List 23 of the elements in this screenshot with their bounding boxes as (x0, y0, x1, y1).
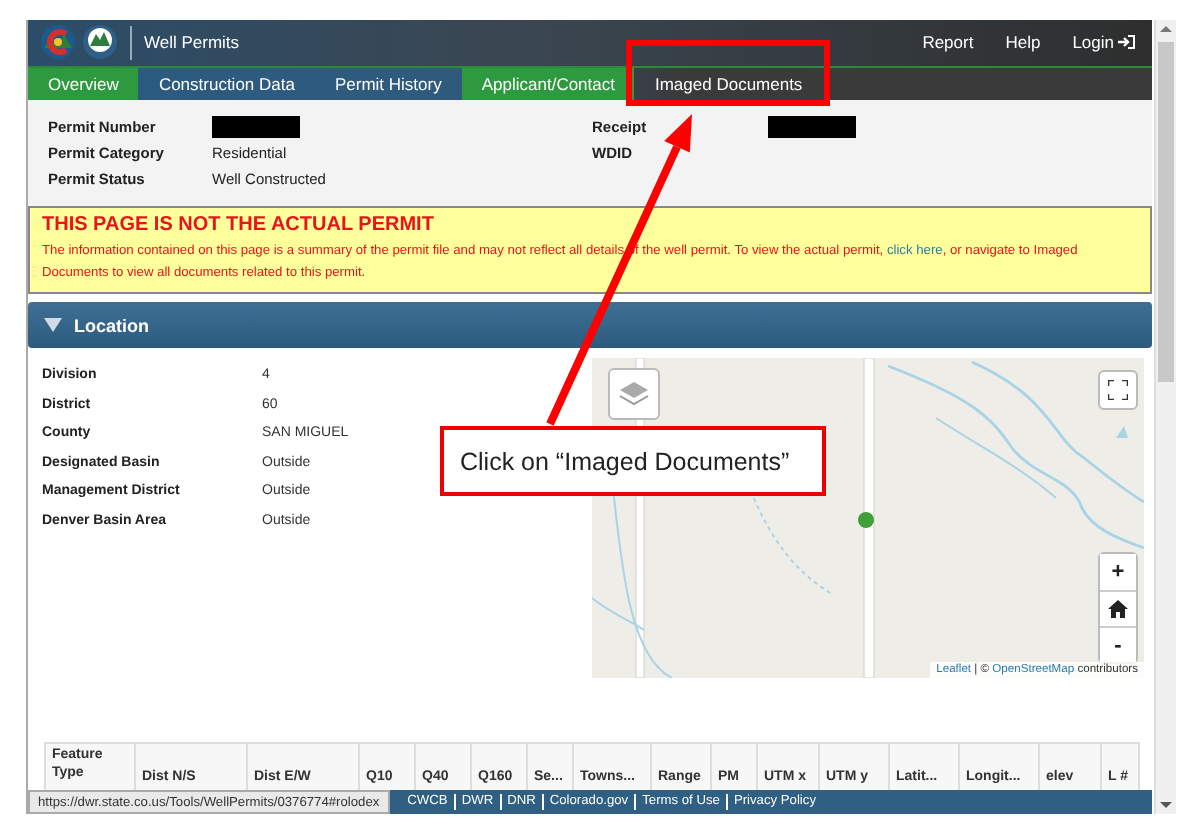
nav-link[interactable]: Login (1072, 32, 1136, 53)
nav-tab[interactable]: Imaged Documents (634, 67, 823, 99)
scroll-up-icon (1156, 20, 1176, 36)
nav-link[interactable]: Report (922, 32, 974, 53)
nav-tab[interactable]: Applicant/Contact (461, 67, 635, 99)
section-title: Location (74, 315, 149, 336)
scrollbar-thumb[interactable] (1158, 42, 1174, 382)
notice-title: THIS PAGE IS NOT THE ACTUAL PERMIT (42, 213, 436, 236)
nav-tab[interactable]: Overview (28, 67, 139, 99)
fullscreen-icon (1108, 380, 1128, 401)
zoom-out-button[interactable]: - (1100, 626, 1136, 663)
app-title: Well Permits (144, 32, 240, 53)
nav-tab[interactable]: Construction Data (138, 67, 315, 99)
nav-link[interactable]: Help (1005, 32, 1041, 53)
layers-icon (618, 380, 650, 409)
state-logo (40, 24, 76, 61)
home-icon (1108, 600, 1128, 619)
section-header[interactable]: Location (28, 302, 1152, 349)
scroll-down-icon (1156, 798, 1176, 814)
nav-tab[interactable]: Permit History (314, 67, 462, 99)
login-icon (1118, 34, 1136, 51)
fullscreen-button[interactable] (1098, 370, 1138, 411)
agency-logo (82, 24, 118, 61)
